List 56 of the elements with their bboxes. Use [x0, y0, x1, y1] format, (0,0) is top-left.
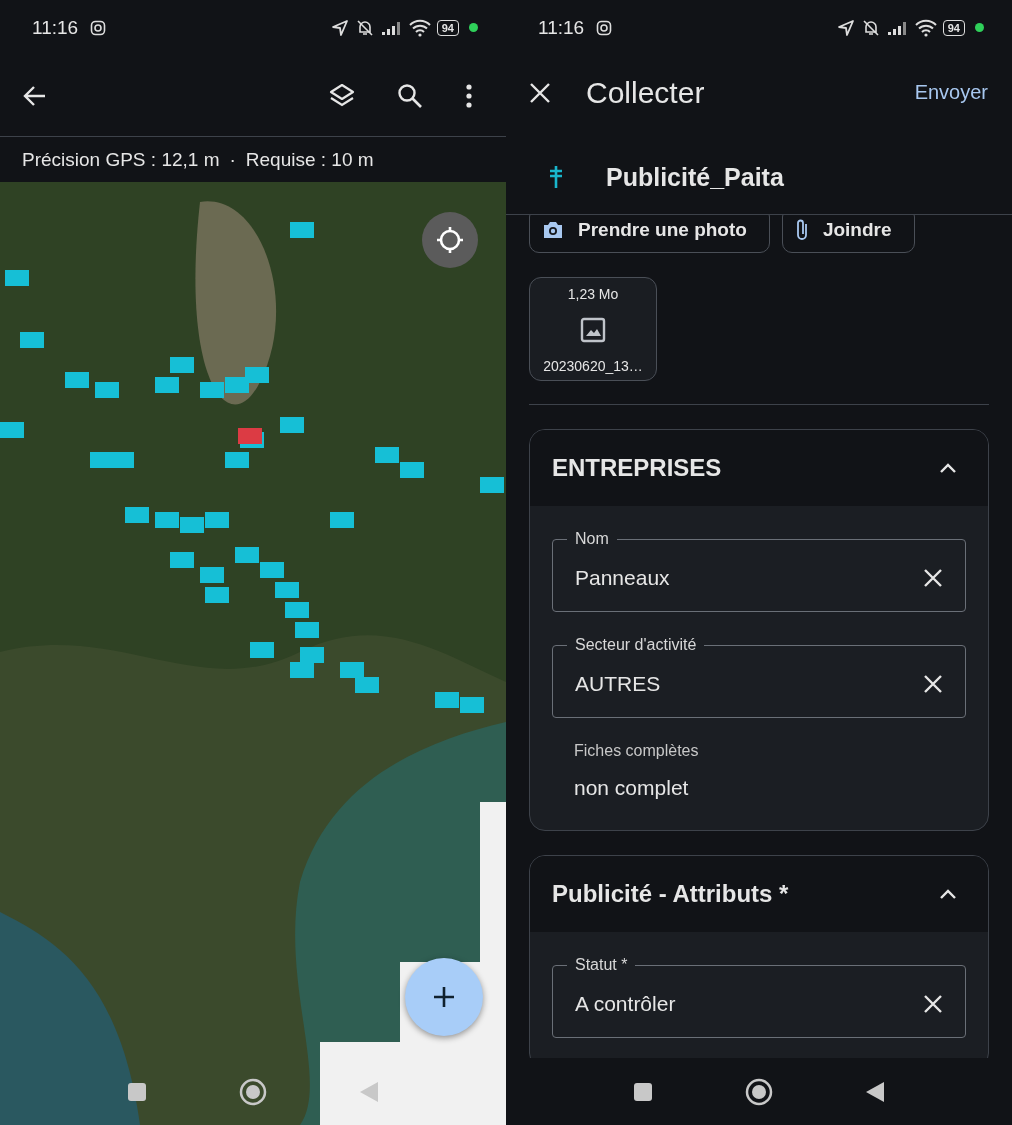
signal-icon — [380, 19, 403, 36]
clear-icon[interactable] — [923, 993, 943, 1014]
muted-bell-icon — [860, 18, 881, 37]
wifi-icon — [408, 18, 431, 37]
location-arrow-icon — [330, 18, 349, 37]
gps-accuracy: Précision GPS : 12,1 m — [22, 148, 220, 171]
close-icon[interactable] — [528, 80, 552, 105]
field-label: Fiches complètes — [574, 742, 700, 760]
square-nav-icon[interactable] — [633, 1081, 653, 1102]
section-header[interactable]: Publicité - Attributs * — [530, 856, 988, 932]
map-markers-drawing[interactable] — [0, 222, 504, 713]
layer-name: Publicité_Paita — [606, 162, 784, 192]
signpost-icon — [548, 165, 564, 189]
camera-indicator-dot — [975, 23, 984, 32]
required-accuracy: Requise : 10 m — [245, 148, 374, 171]
status-time: 11:16 — [538, 16, 585, 39]
paperclip-icon — [794, 218, 809, 242]
screen-title: Collecter — [586, 75, 705, 110]
satellite-map-drawing[interactable] — [0, 182, 506, 1125]
triangle-nav-icon[interactable] — [865, 1080, 885, 1103]
more-menu-icon[interactable] — [464, 81, 474, 110]
chevron-up-icon[interactable] — [938, 888, 958, 900]
camera-icon — [542, 220, 564, 240]
attach-button[interactable]: Joindre — [781, 215, 915, 253]
separator-dot: · — [229, 148, 236, 171]
circle-nav-icon[interactable] — [239, 1077, 267, 1106]
camera-app-icon — [596, 19, 613, 36]
clear-icon[interactable] — [923, 673, 943, 694]
chevron-up-icon[interactable] — [938, 462, 958, 474]
attachment-card[interactable]: 1,23 Mo 20230620_13… — [529, 277, 657, 381]
signal-icon — [886, 19, 909, 36]
text-field[interactable]: Statut * A contrôler — [552, 956, 966, 1038]
section-header[interactable]: ENTREPRISES — [530, 430, 988, 506]
section-title: Publicité - Attributs * — [552, 880, 789, 908]
battery-level: 94 — [942, 19, 965, 36]
plus-icon — [432, 985, 456, 1009]
attach-button[interactable]: Prendre une photo — [529, 215, 770, 253]
wifi-icon — [914, 18, 937, 37]
field-value: non complet — [574, 776, 690, 800]
clear-icon[interactable] — [923, 567, 943, 588]
battery-level: 94 — [436, 19, 459, 36]
send-button[interactable]: Envoyer — [914, 77, 988, 108]
crosshair-icon — [435, 225, 465, 255]
muted-bell-icon — [354, 18, 375, 37]
text-field[interactable]: Secteur d'activité AUTRES — [552, 636, 966, 718]
image-icon — [580, 317, 606, 343]
text-field[interactable]: Nom Panneaux — [552, 530, 966, 612]
circle-nav-icon[interactable] — [745, 1077, 773, 1106]
camera-app-icon — [90, 19, 107, 36]
file-size: 1,23 Mo — [567, 286, 619, 302]
search-icon[interactable] — [396, 81, 424, 110]
section-title: ENTREPRISES — [552, 454, 722, 482]
camera-indicator-dot — [469, 23, 478, 32]
file-name: 20230620_13… — [543, 358, 643, 374]
status-time: 11:16 — [32, 16, 79, 39]
location-arrow-icon — [836, 18, 855, 37]
